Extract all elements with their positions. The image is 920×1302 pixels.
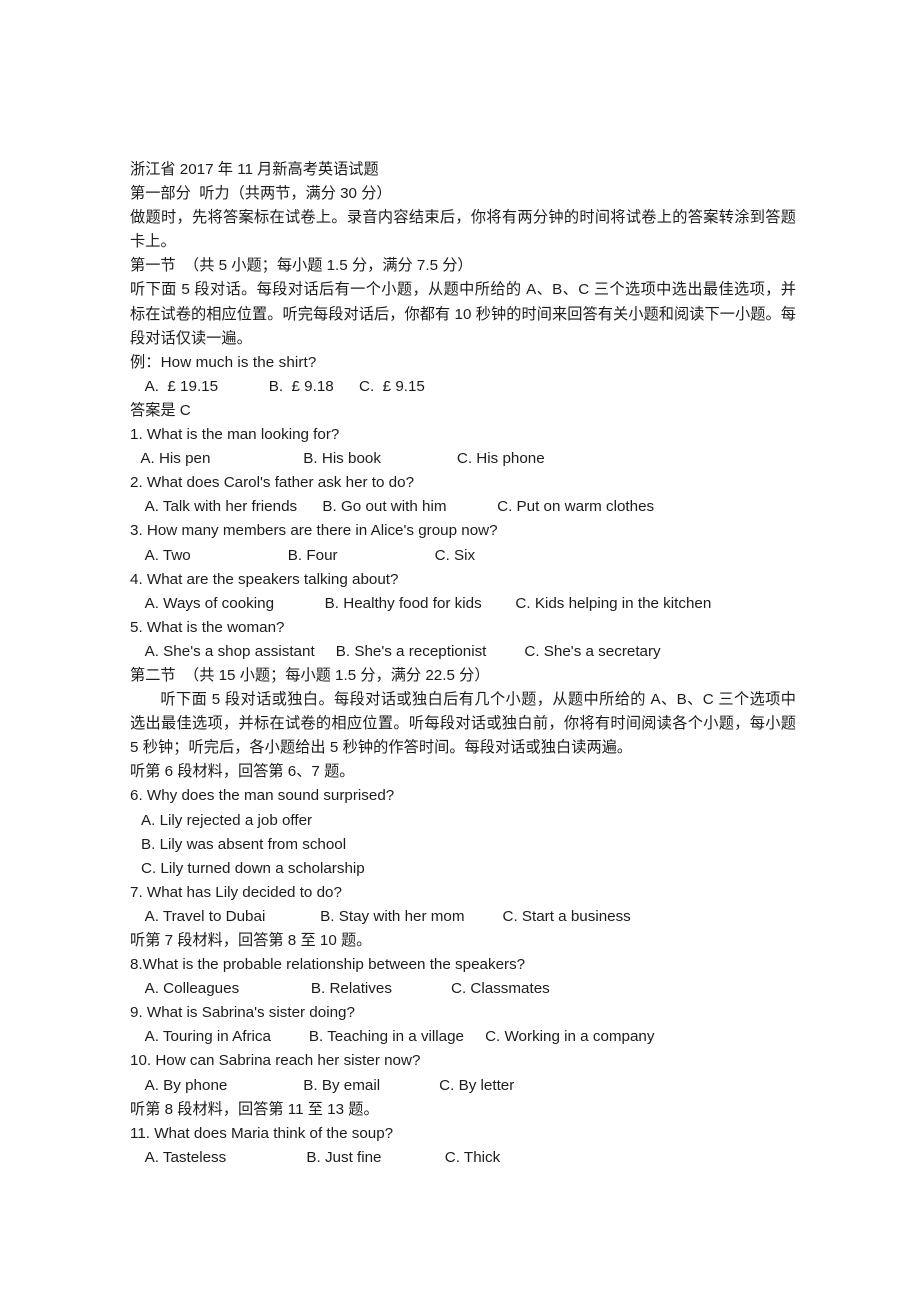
example-answer: 答案是 C [130,401,191,419]
question-9-options[interactable]: A. Touring in Africa B. Teaching in a vi… [130,1025,796,1049]
page-title: 浙江省 2017 年 11 月新高考英语试题 [130,161,379,178]
question-5-stem: 5. What is the woman? [130,618,285,636]
section-two-heading: 第二节 （共 15 小题；每小题 1.5 分，满分 22.5 分） [130,666,490,684]
question-8-options[interactable]: A. Colleagues B. Relatives C. Classmates [130,977,796,1001]
question-11-options[interactable]: A. Tasteless B. Just fine C. Thick [130,1146,796,1170]
question-4-stem: 4. What are the speakers talking about? [130,570,399,588]
question-10-stem: 10. How can Sabrina reach her sister now… [130,1052,421,1070]
question-2-stem: 2. What does Carol's father ask her to d… [130,474,415,492]
question-6-option-c[interactable]: C. Lily turned down a scholarship [130,857,796,881]
question-4-options[interactable]: A. Ways of cooking B. Healthy food for k… [130,592,796,616]
question-1-options[interactable]: A. His pen B. His book C. His phone [130,447,796,471]
question-6-option-a[interactable]: A. Lily rejected a job offer [130,809,796,833]
question-2-options[interactable]: A. Talk with her friends B. Go out with … [130,495,796,519]
question-6-stem: 6. Why does the man sound surprised? [130,787,395,805]
question-5-options[interactable]: A. She's a shop assistant B. She's a rec… [130,640,796,664]
material-7-label: 听第 7 段材料，回答第 8 至 10 题。 [130,932,372,949]
question-7-options[interactable]: A. Travel to Dubai B. Stay with her mom … [130,905,796,929]
section-two-instruction: 听下面 5 段对话或独白。每段对话或独白后有几个小题，从题中所给的 A、B、C … [130,691,796,757]
question-10-options[interactable]: A. By phone B. By email C. By letter [130,1074,796,1098]
part-one-heading: 第一部分 听力（共两节，满分 30 分） [130,185,392,203]
question-3-stem: 3. How many members are there in Alice's… [130,522,498,540]
question-7-stem: 7. What has Lily decided to do? [130,883,342,901]
question-11-stem: 11. What does Maria think of the soup? [130,1124,394,1142]
example-options: A. £ 19.15 B. £ 9.18 C. £ 9.15 [137,377,425,395]
section-one-heading: 第一节 （共 5 小题；每小题 1.5 分，满分 7.5 分） [130,257,473,275]
question-3-options[interactable]: A. Two B. Four C. Six [130,544,796,568]
material-6-label: 听第 6 段材料，回答第 6、7 题。 [130,763,355,781]
question-6-option-b[interactable]: B. Lily was absent from school [130,833,796,857]
exam-paper-page: 浙江省 2017 年 11 月新高考英语试题 第一部分 听力（共两节，满分 30… [130,158,796,1170]
part-one-instruction: 做题时，先将答案标在试卷上。录音内容结束后，你将有两分钟的时间将试卷上的答案转涂… [130,209,796,251]
section-one-instruction: 听下面 5 段对话。每段对话后有一个小题，从题中所给的 A、B、C 三个选项中选… [130,281,796,347]
question-8-stem: 8.What is the probable relationship betw… [130,956,526,974]
question-9-stem: 9. What is Sabrina's sister doing? [130,1004,355,1022]
example-label: 例：How much is the shirt? [130,353,317,371]
question-1-stem: 1. What is the man looking for? [130,426,340,444]
material-8-label: 听第 8 段材料，回答第 11 至 13 题。 [130,1100,379,1118]
